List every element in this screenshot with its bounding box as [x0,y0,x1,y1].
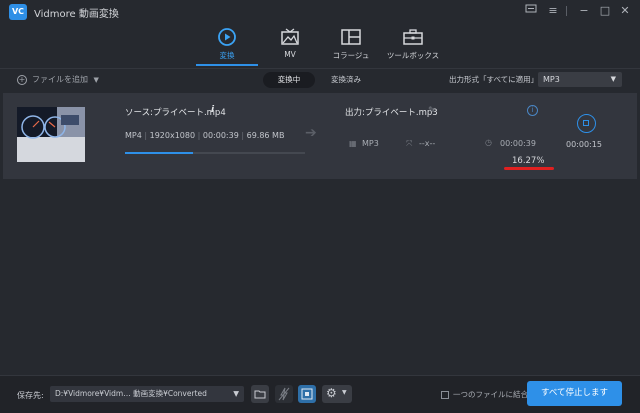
stop-button[interactable] [577,114,596,133]
stop-all-button[interactable]: すべて停止します [527,381,622,406]
source-duration: 00:00:39 [202,131,239,140]
hardware-accel-off-button[interactable] [275,385,293,403]
source-meta: MP4 | 1920x1080 | 00:00:39 | 69.86 MB [125,131,285,140]
tab-converting[interactable]: 変換中 [263,72,315,88]
title-bar: VC Vidmore 動画変換 ≡ − □ ✕ [0,0,640,24]
output-duration: 00:00:39 [500,139,536,148]
tab-collage[interactable]: コラージュ [328,24,374,68]
remaining-time: 00:00:15 [566,140,602,149]
hardware-accel-on-button[interactable] [298,385,316,403]
maximize-icon[interactable]: □ [598,4,612,18]
add-file-button[interactable]: + ファイルを追加 ▼ [17,74,99,85]
progress-fill [125,152,194,154]
annotation-underline [504,167,554,170]
conversion-toolbar: + ファイルを追加 ▼ 変換中 変換済み 出力形式「すべてに適用」: MP3 ▼ [0,68,640,90]
conversion-progress-bar [125,152,305,154]
titlebar-divider [566,6,567,16]
progress-percent: 16.27% [512,156,545,166]
save-path-value: D:¥Vidmore¥Vidm… 動画変換¥Converted [55,389,207,398]
format-icon: ▦ [349,139,357,148]
open-folder-button[interactable] [251,385,269,403]
arrow-right-icon: ➔ [305,125,317,141]
menu-icon[interactable]: ≡ [546,4,560,18]
output-format-select[interactable]: MP3 ▼ [538,72,622,87]
tab-converted[interactable]: 変換済み [318,72,374,88]
app-logo-icon: VC [9,4,27,20]
info-icon[interactable]: i [211,105,214,115]
chevron-down-icon: ▼ [610,75,616,83]
output-file-name: 出力:プライベート.mp3 [345,108,438,118]
tab-mv-label: MV [284,50,296,59]
folder-icon [254,390,266,399]
output-format: MP3 [362,139,379,148]
bottom-bar: 保存先: D:¥Vidmore¥Vidm… 動画変換¥Converted ▼ ⚙… [0,375,640,413]
clock-icon: ◷ [485,138,492,147]
active-tab-indicator [196,64,258,66]
source-resolution: 1920x1080 [149,131,196,140]
file-item: ソース:プライベート.mp4 i MP4 | 1920x1080 | 00:00… [3,93,637,179]
settings-button[interactable]: ⚙ ▼ [322,385,352,403]
add-file-label: ファイルを追加 [32,75,88,84]
tab-collage-label: コラージュ [332,51,370,60]
feedback-icon[interactable] [524,4,538,18]
close-icon[interactable]: ✕ [618,4,632,18]
mv-icon [281,28,299,45]
output-resolution: --x-- [419,139,436,148]
gear-icon: ⚙ [326,386,337,400]
video-thumbnail[interactable] [17,107,85,162]
minimize-icon[interactable]: − [577,4,591,18]
tab-mv[interactable]: MV [272,24,308,68]
convert-icon [218,28,236,46]
output-format-value: MP3 [543,75,560,84]
tab-toolbox[interactable]: ツールボックス [386,24,440,68]
chevron-down-icon: ▼ [233,389,239,398]
plus-icon: + [17,74,27,85]
tab-convert-label: 変換 [219,51,235,60]
collage-icon [341,29,361,45]
main-nav: 変換 MV コラージュ ツールボックス [0,24,640,68]
window-title: Vidmore 動画変換 [34,9,119,20]
merge-label: 一つのファイルに結合 [453,390,528,399]
stop-icon [583,120,589,126]
merge-checkbox[interactable] [441,391,449,399]
save-path-select[interactable]: D:¥Vidmore¥Vidm… 動画変換¥Converted ▼ [50,386,244,402]
save-to-label: 保存先: [17,391,44,400]
output-format-label: 出力形式「すべてに適用」: [449,75,541,84]
resolution-icon: ⤧ [406,139,413,148]
chevron-down-icon: ▼ [342,389,347,396]
edit-icon[interactable]: ✎ [428,106,436,116]
output-info-icon[interactable]: i [527,105,538,116]
chevron-down-icon: ▼ [93,76,99,84]
tab-toolbox-label: ツールボックス [386,51,440,60]
source-format: MP4 [125,131,142,140]
gpu-icon [301,388,313,400]
toolbox-icon [403,29,423,45]
lightning-off-icon [278,387,290,401]
tab-convert[interactable]: 変換 [204,24,250,68]
source-size: 69.86 MB [246,131,285,140]
